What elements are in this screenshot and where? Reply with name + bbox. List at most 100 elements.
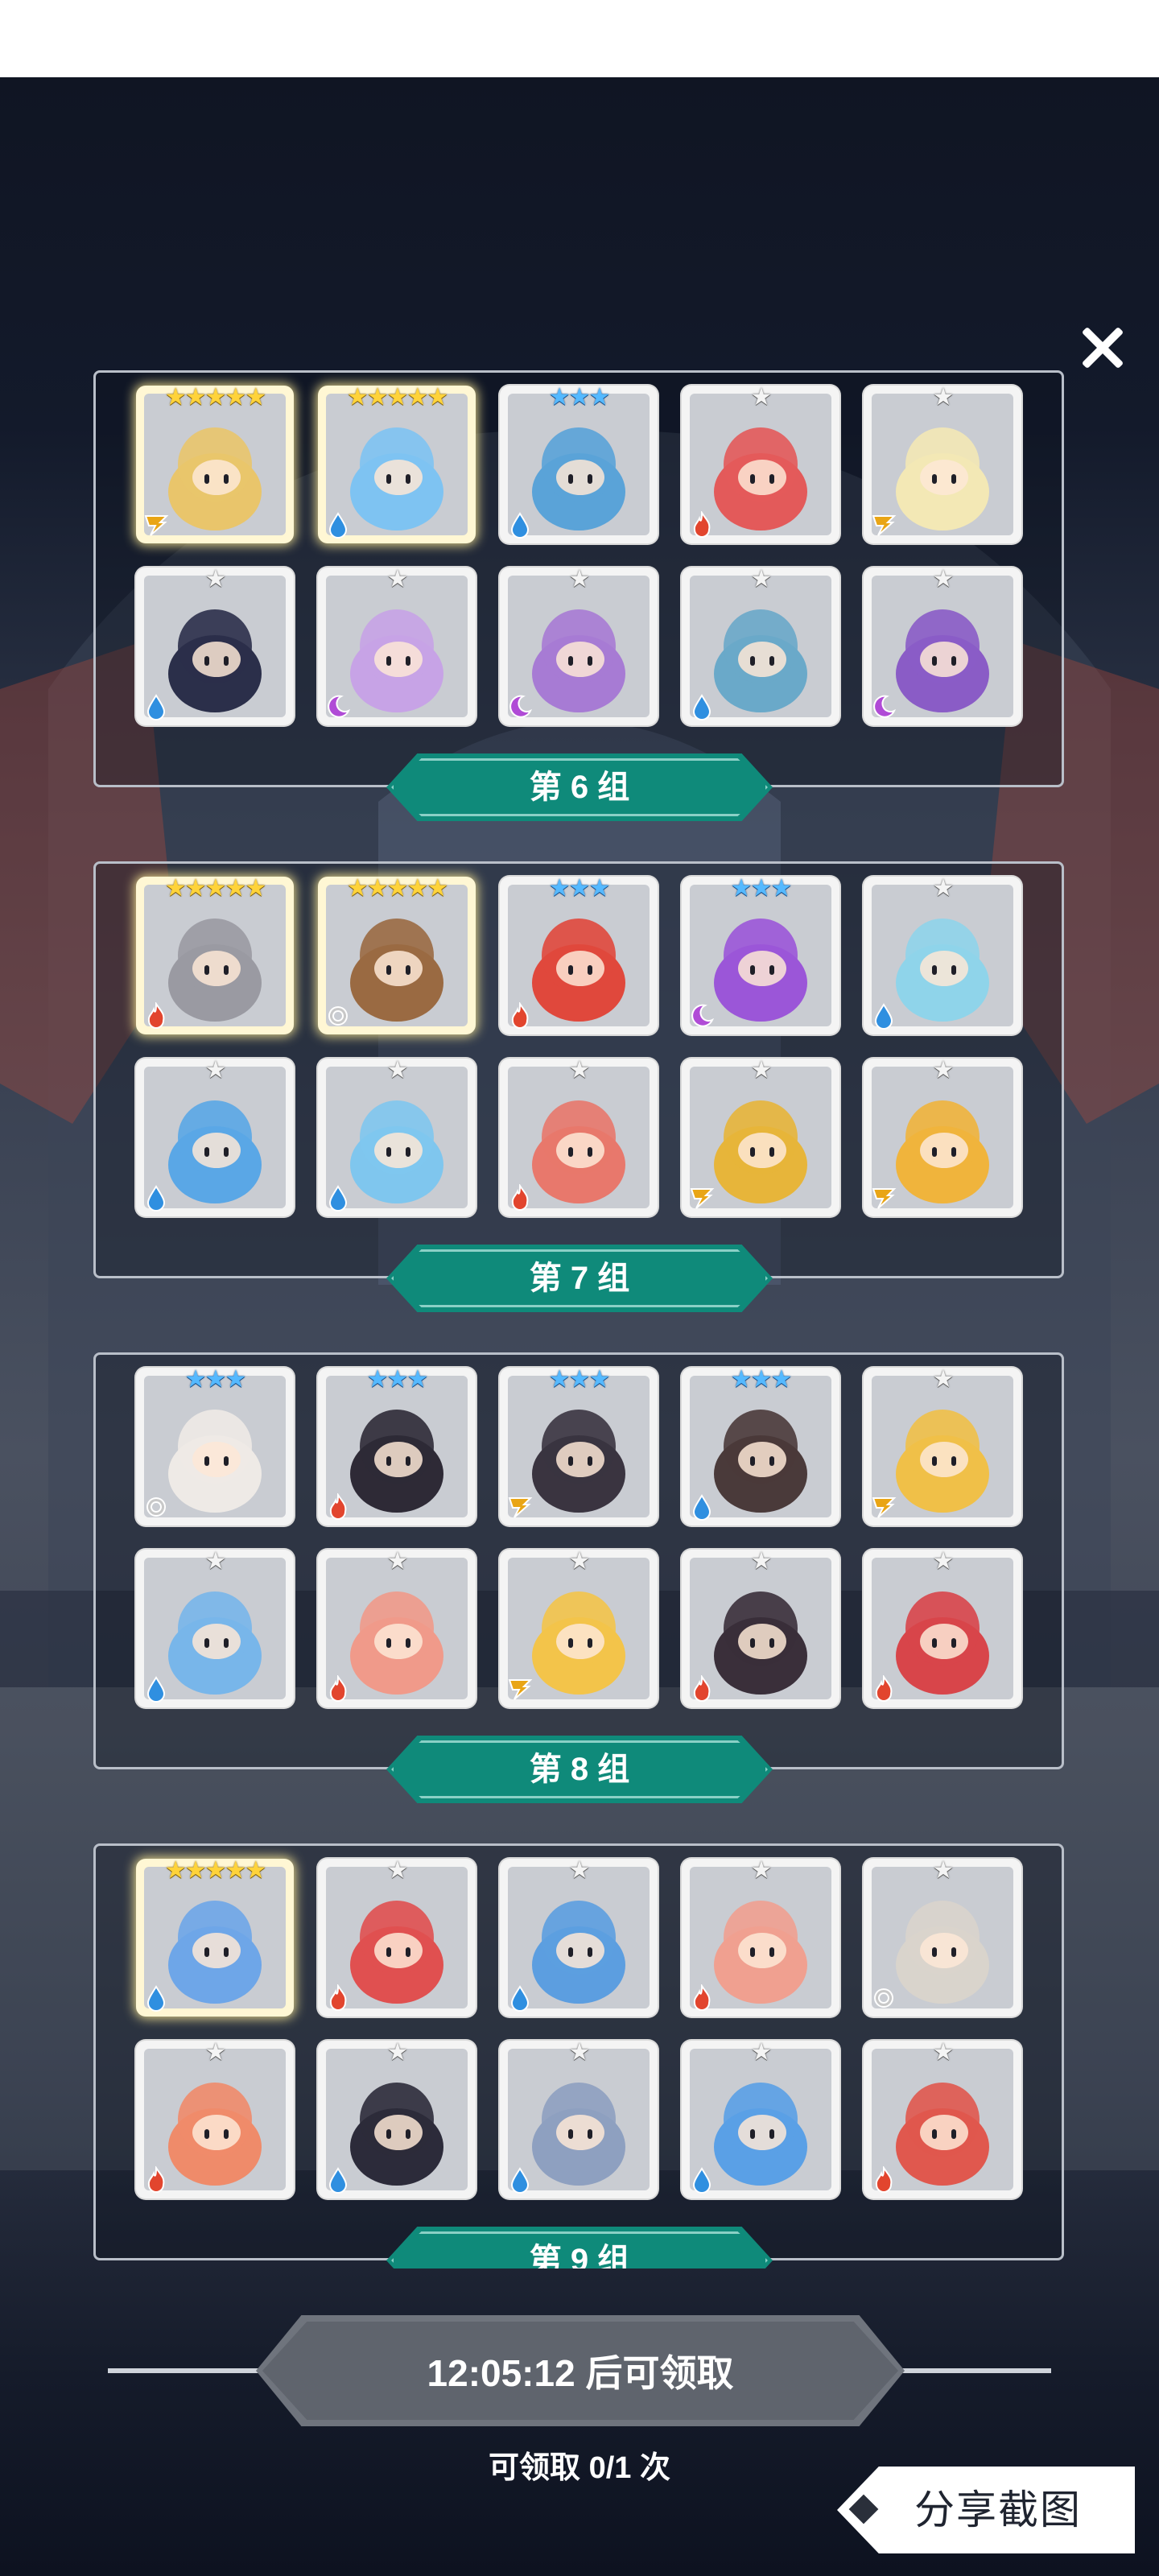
claim-timer-button[interactable]: 12:05:12 后可领取: [256, 2315, 905, 2426]
group-label: 第 8 组: [386, 1736, 773, 1803]
group-label: 第 9 组: [386, 2227, 773, 2268]
star-rating: ★: [386, 1856, 409, 1885]
character-card-goggles-boy[interactable]: ★: [136, 2039, 294, 2198]
star-rating: ★: [750, 1056, 773, 1084]
group-label: 第 7 组: [386, 1245, 773, 1312]
fire-element-icon: [875, 2166, 893, 2193]
character-card-dark-cat[interactable]: ★: [682, 1547, 839, 1707]
fire-element-icon: [693, 1984, 711, 2011]
character-card-witch-hat-girl[interactable]: ★: [500, 1548, 658, 1707]
dark-element-icon: [873, 695, 897, 718]
group-panel: ★★★ ★★★ ★★★ ★★★ ★ ★ ★ ★ ★ ★: [93, 1352, 1064, 1769]
star-rating: ★★★: [366, 1365, 429, 1393]
star-rating: ★: [386, 565, 409, 593]
water-element-icon: [692, 2167, 711, 2194]
character-card-dark-haired-girl[interactable]: ★: [318, 2038, 476, 2198]
character-card-blue-curly-girl[interactable]: ★: [318, 1057, 476, 1216]
divider-left: [108, 2368, 261, 2373]
star-rating: ★: [386, 2038, 409, 2066]
water-element-icon: [874, 1003, 893, 1030]
electric-element-icon: [872, 1497, 897, 1518]
character-card-golden-gauntlet-hero[interactable]: ★★★★★: [136, 384, 294, 543]
character-card-purple-golem[interactable]: ★★★: [682, 875, 839, 1034]
fire-element-icon: [329, 1675, 347, 1702]
star-rating: ★★★: [548, 874, 611, 902]
character-card-bandaged-blob[interactable]: ★: [864, 875, 1021, 1034]
character-card-white-hooded[interactable]: ★: [864, 1856, 1021, 2017]
fire-element-icon: [693, 1675, 711, 1702]
character-card-crowned-monk-blue[interactable]: ★★★: [682, 1366, 839, 1525]
star-rating: ★: [932, 1856, 955, 1885]
character-card-blue-dragon[interactable]: ★: [682, 2038, 839, 2198]
character-card-red-puffball[interactable]: ★: [682, 384, 839, 543]
character-card-crowned-monk-red[interactable]: ★★★: [318, 1365, 476, 1525]
water-element-icon: [692, 1494, 711, 1521]
divider-right: [900, 2368, 1051, 2373]
star-rating: ★: [932, 1547, 955, 1575]
character-card-golden-tooth-beast[interactable]: ★: [864, 1057, 1021, 1216]
group-list[interactable]: ★★★★★ ★★★★★ ★★★ ★ ★ ★ ★ ★ ★ ★ 第 6 组 ★★★★★ ★★★★★ ★★★ ★★…: [0, 357, 1159, 2268]
character-card-tribal-mask[interactable]: ★★★★★: [318, 874, 476, 1034]
character-card-pink-haired-girl[interactable]: ★: [318, 1548, 476, 1707]
character-card-visor-knight[interactable]: ★: [500, 2038, 658, 2198]
fire-element-icon: [693, 511, 711, 538]
character-card-golden-chest[interactable]: ★: [682, 1056, 839, 1216]
star-rating: ★: [932, 565, 955, 593]
star-rating: ★★★: [548, 1365, 611, 1393]
character-card-white-wavy-hair[interactable]: ★★★: [136, 1365, 294, 1525]
star-rating: ★★★: [548, 383, 611, 411]
character-card-blue-bear[interactable]: ★: [136, 1547, 294, 1707]
character-card-purple-helmet-knight[interactable]: ★: [500, 566, 658, 725]
character-card-red-eye-creature[interactable]: ★★★: [500, 874, 658, 1034]
character-card-clockwork-clock[interactable]: ★★★★★: [136, 1857, 294, 2017]
water-element-icon: [146, 1985, 166, 2012]
star-rating: ★: [750, 1547, 773, 1575]
character-card-blue-tree-spirit[interactable]: ★: [500, 1856, 658, 2017]
character-card-coral-horned-girl[interactable]: ★: [500, 1056, 658, 1216]
star-rating: ★: [568, 2038, 591, 2066]
star-rating: ★★★★★: [164, 874, 266, 902]
character-card-red-mimic-chest[interactable]: ★: [864, 1547, 1021, 1707]
water-element-icon: [328, 2167, 348, 2194]
character-card-dark-haired-girl[interactable]: ★: [136, 566, 294, 725]
electric-element-icon: [872, 1188, 897, 1209]
character-card-pink-hat-girl[interactable]: ★: [682, 1856, 839, 2017]
dark-element-icon: [691, 1004, 715, 1027]
fire-element-icon: [329, 1493, 347, 1520]
star-rating: ★: [568, 1856, 591, 1885]
character-card-red-tree-spirit[interactable]: ★: [318, 1856, 476, 2017]
star-rating: ★: [750, 1856, 773, 1885]
character-card-iron-knight[interactable]: ★★★★★: [136, 874, 294, 1034]
character-card-cream-ghost[interactable]: ★: [864, 384, 1021, 543]
character-card-horned-sea-beast[interactable]: ★★★: [500, 383, 658, 543]
character-card-blue-totem[interactable]: ★: [682, 565, 839, 725]
electric-element-icon: [144, 515, 169, 536]
character-card-lavender-maid[interactable]: ★: [318, 565, 476, 725]
character-card-blue-haired-sage[interactable]: ★★★★★: [318, 384, 476, 543]
character-card-purple-armor-robot[interactable]: ★: [864, 565, 1021, 725]
fire-element-icon: [147, 1002, 165, 1029]
water-element-icon: [328, 512, 348, 539]
group-label: 第 6 组: [386, 753, 773, 821]
star-rating: ★: [750, 2038, 773, 2066]
character-card-red-crest-robot[interactable]: ★: [864, 2038, 1021, 2198]
share-screenshot-button[interactable]: 分享截图: [837, 2467, 1135, 2553]
star-rating: ★★★★★: [346, 874, 448, 902]
light-element-icon: [874, 1988, 893, 2008]
group-panel: ★★★★★ ★★★★★ ★★★ ★ ★ ★ ★ ★ ★ ★: [93, 370, 1064, 787]
group-panel: ★★★★★ ★★★★★ ★★★ ★★★ ★ ★ ★ ★ ★ ★: [93, 861, 1064, 1278]
fire-element-icon: [511, 1002, 529, 1029]
character-card-yellow-cactus[interactable]: ★: [864, 1365, 1021, 1525]
star-rating: ★★★: [184, 1365, 247, 1393]
water-element-icon: [146, 694, 166, 720]
star-rating: ★: [204, 1547, 227, 1575]
character-card-blue-skull[interactable]: ★: [136, 1057, 294, 1216]
star-rating: ★: [932, 2038, 955, 2066]
star-rating: ★: [568, 1056, 591, 1084]
fire-element-icon: [147, 2166, 165, 2193]
character-card-crowned-monk-gold[interactable]: ★★★: [500, 1365, 658, 1525]
star-rating: ★: [750, 565, 773, 593]
claim-timer-text: 12:05:12 后可领取: [427, 2352, 734, 2394]
star-rating: ★: [932, 1365, 955, 1393]
electric-element-icon: [508, 1679, 533, 1700]
